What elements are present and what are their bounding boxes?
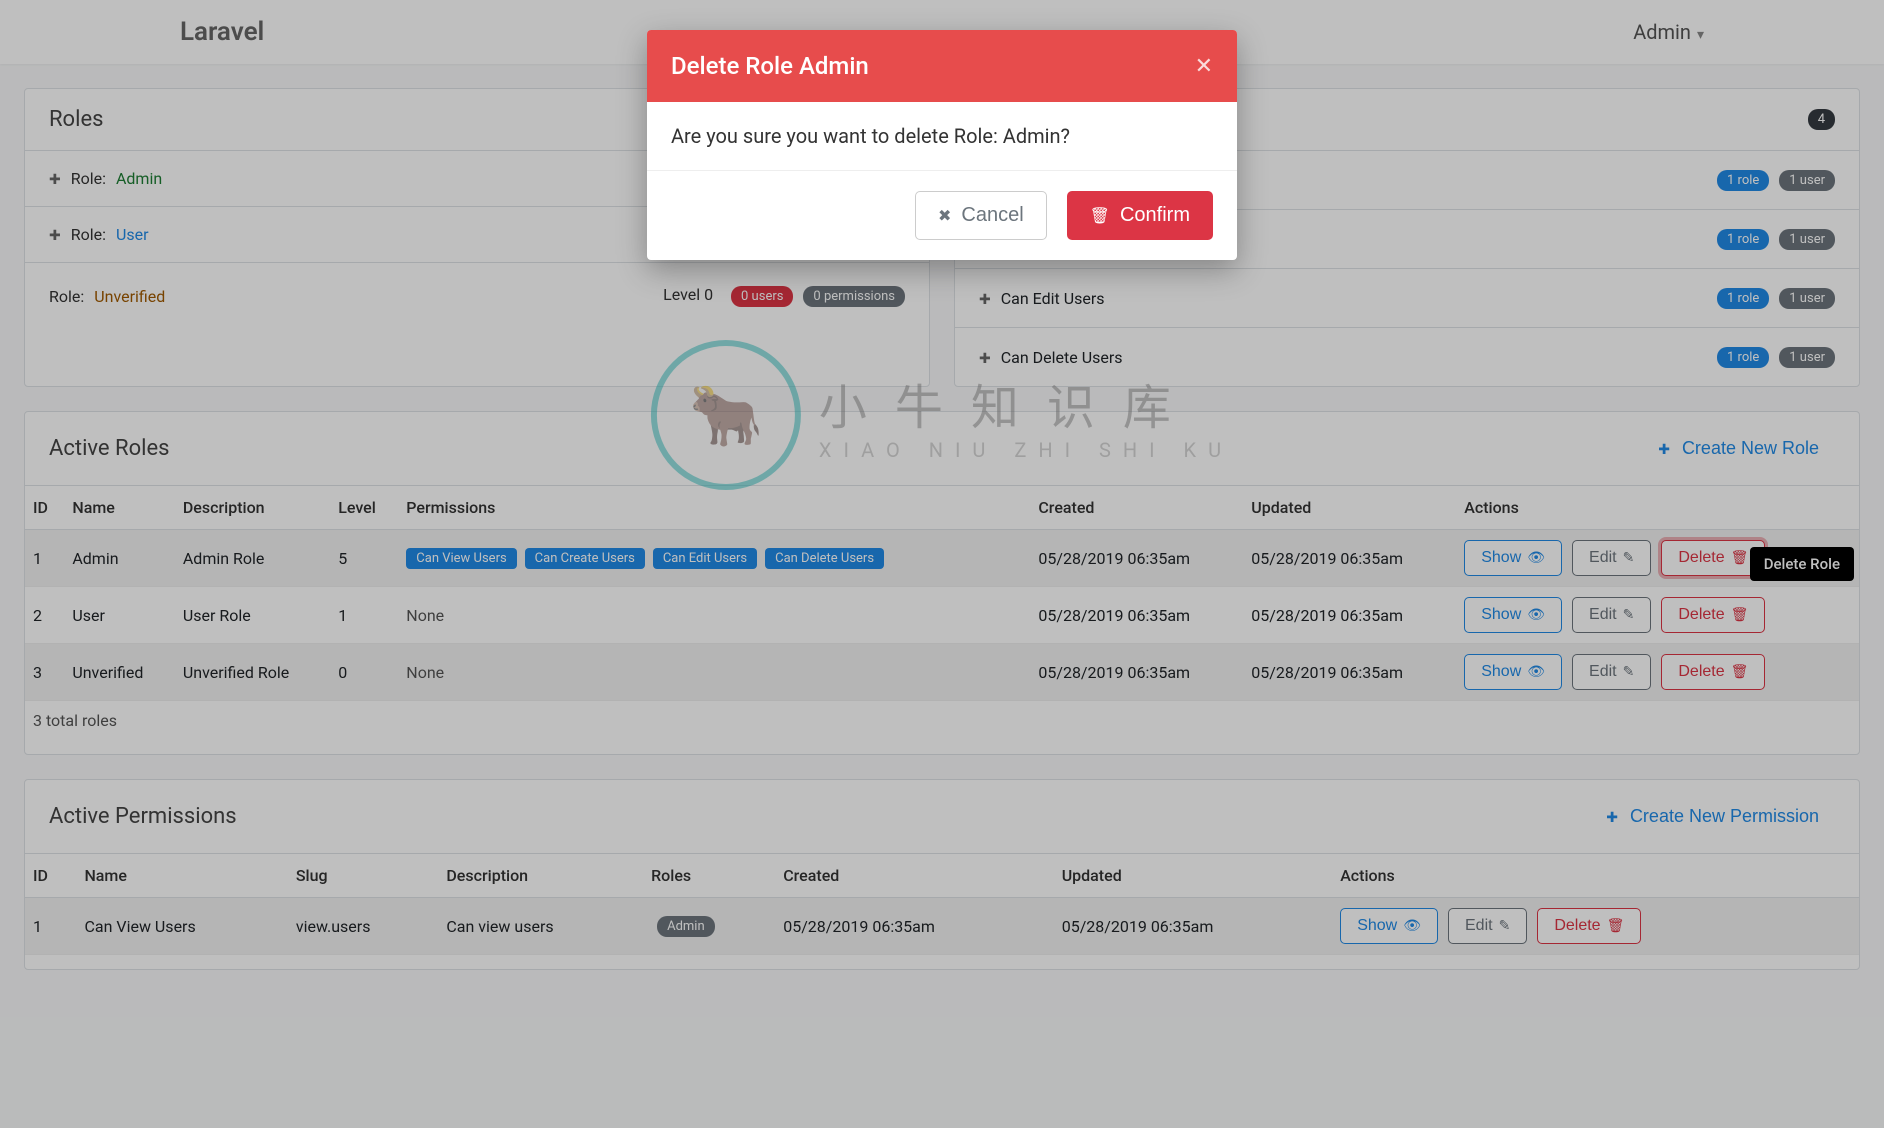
cancel-button[interactable]: Cancel xyxy=(915,191,1047,240)
modal-title: Delete Role Admin xyxy=(671,52,869,80)
confirm-delete-modal: Delete Role Admin ✕ Are you sure you wan… xyxy=(647,30,1237,260)
modal-body: Are you sure you want to delete Role: Ad… xyxy=(647,102,1237,170)
close-icon[interactable]: ✕ xyxy=(1195,54,1213,79)
x-icon xyxy=(938,204,951,227)
confirm-button[interactable]: Confirm xyxy=(1067,191,1213,240)
trash-icon xyxy=(1090,204,1110,227)
